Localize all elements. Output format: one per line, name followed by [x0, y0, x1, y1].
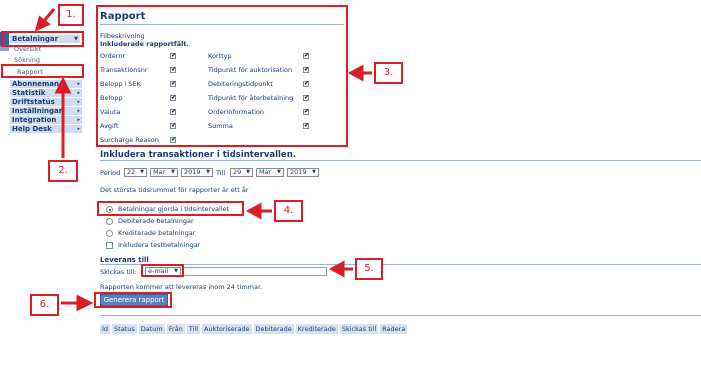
annotation-arrows — [34, 8, 372, 312]
arrow-6-head — [76, 294, 94, 312]
arrow-4-head — [245, 202, 262, 220]
arrow-3-head — [347, 64, 364, 82]
arrow-2-head — [54, 76, 72, 94]
arrow-1-line — [42, 8, 56, 22]
arrow-5-head — [328, 260, 345, 278]
